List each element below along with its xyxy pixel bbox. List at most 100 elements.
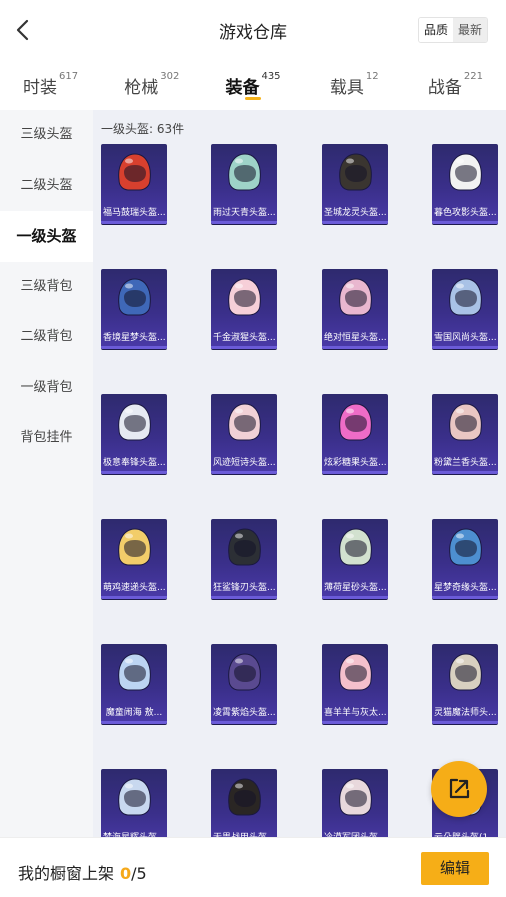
item-card[interactable]: 圣城龙灵头盔... (322, 144, 388, 224)
helmet-icon (228, 653, 261, 691)
sort-option-newest[interactable]: 最新 (452, 18, 487, 42)
helmet-icon (118, 278, 151, 316)
item-name: 凌霄紫焰头盔... (213, 708, 276, 718)
item-card[interactable]: 风迹短诗头盔... (211, 394, 277, 474)
header: 游戏仓库 品质 最新 (0, 0, 506, 60)
item-card[interactable]: 极意奉锋头盔... (101, 394, 167, 474)
item-card[interactable]: 福马鼓瑞头盔... (101, 144, 167, 224)
item-card[interactable]: 星梦奇缘头盔... (432, 519, 498, 599)
item-card[interactable]: 炫彩糖果头盔... (322, 394, 388, 474)
showcase-status: 我的橱窗上架 0/5 (18, 860, 147, 884)
item-name: 炫彩糖果头盔... (324, 458, 387, 468)
quality-bar (211, 471, 277, 474)
active-tab-indicator (245, 97, 261, 100)
helmet-icon (449, 653, 482, 691)
item-card[interactable]: 萌鸡速递头盔... (101, 519, 167, 599)
helmet-icon (449, 153, 482, 191)
quality-bar (101, 221, 167, 224)
helmet-icon (118, 403, 151, 441)
item-name: 圣城龙灵头盔... (324, 208, 387, 218)
tab-count: 617 (59, 71, 79, 82)
showcase-label: 我的橱窗上架 (18, 864, 115, 883)
helmet-icon (339, 778, 372, 816)
sort-option-quality[interactable]: 品质 (418, 18, 453, 42)
item-card[interactable]: 冷漠军团头盔... (322, 769, 388, 837)
helmet-icon (228, 278, 261, 316)
sort-toggle[interactable]: 品质 最新 (417, 17, 488, 43)
item-name: 雪国风尚头盔... (434, 333, 497, 343)
quality-bar (322, 346, 388, 349)
section-title: 一级头盔: 63件 (101, 122, 185, 136)
item-card[interactable]: 狂鲨锋刃头盔... (211, 519, 277, 599)
sidebar: 三级头盔 二级头盔 一级头盔 三级背包 二级背包 一级背包 背包挂件 (0, 110, 93, 837)
quality-bar (432, 721, 498, 724)
helmet-icon (228, 153, 261, 191)
tab-fashion[interactable]: 时装617 (0, 60, 101, 110)
tab-vehicles[interactable]: 载具12 (304, 60, 405, 110)
item-card[interactable]: 香境星梦头盔... (101, 269, 167, 349)
item-name: 极意奉锋头盔... (103, 458, 166, 468)
item-name: 香境星梦头盔... (103, 333, 166, 343)
share-button[interactable] (431, 761, 487, 817)
sidebar-item-level1-helmet[interactable]: 一级头盔 (0, 211, 93, 262)
quality-bar (101, 471, 167, 474)
item-card[interactable]: 绝对恒星头盔... (322, 269, 388, 349)
helmet-icon (228, 778, 261, 816)
item-name: 萌鸡速递头盔... (103, 583, 166, 593)
helmet-icon (449, 278, 482, 316)
bottom-bar: 我的橱窗上架 0/5 编辑 (0, 837, 506, 897)
tab-label: 载具 (329, 78, 364, 98)
edit-button[interactable]: 编辑 (421, 852, 489, 885)
item-card[interactable]: 无畏战甲头盔... (211, 769, 277, 837)
sidebar-item-backpack-pendant[interactable]: 背包挂件 (0, 413, 93, 464)
item-card[interactable]: 千金淑猩头盔... (211, 269, 277, 349)
item-card[interactable]: 灵猫魔法师头... (432, 644, 498, 724)
tab-equipment[interactable]: 装备435 (202, 60, 303, 110)
tab-count: 12 (365, 71, 379, 82)
quality-bar (211, 221, 277, 224)
tab-label: 战备 (427, 78, 462, 98)
helmet-icon (118, 653, 151, 691)
sidebar-item-level3-helmet[interactable]: 三级头盔 (0, 110, 93, 161)
sidebar-item-level3-backpack[interactable]: 三级背包 (0, 262, 93, 313)
quality-bar (432, 221, 498, 224)
item-name: 千金淑猩头盔... (213, 333, 276, 343)
item-card[interactable]: 魔童闹海 敖... (101, 644, 167, 724)
item-card[interactable]: 薄荷星砂头盔... (322, 519, 388, 599)
tab-weapons[interactable]: 枪械302 (101, 60, 202, 110)
item-name: 绝对恒星头盔... (324, 333, 387, 343)
quality-bar (211, 596, 277, 599)
quality-bar (322, 596, 388, 599)
helmet-icon (449, 528, 482, 566)
tab-gear[interactable]: 战备221 (405, 60, 506, 110)
tab-count: 302 (160, 71, 180, 82)
item-name: 星梦奇缘头盔... (434, 583, 497, 593)
sidebar-item-level2-backpack[interactable]: 二级背包 (0, 312, 93, 363)
item-name: 雨过天青头盔... (213, 208, 276, 218)
quality-bar (432, 596, 498, 599)
helmet-icon (118, 778, 151, 816)
item-name: 暮色攻影头盔... (434, 208, 497, 218)
item-name: 魔童闹海 敖... (105, 708, 163, 718)
item-card[interactable]: 梦海星辉头盔... (101, 769, 167, 837)
item-card[interactable]: 喜羊羊与灰太... (322, 644, 388, 724)
item-name: 风迹短诗头盔... (213, 458, 276, 468)
item-name: 粉黛兰香头盔... (434, 458, 497, 468)
item-card[interactable]: 粉黛兰香头盔... (432, 394, 498, 474)
quality-bar (322, 471, 388, 474)
item-card[interactable]: 雨过天青头盔... (211, 144, 277, 224)
showcase-current-count: 0 (120, 864, 132, 883)
sidebar-item-level2-helmet[interactable]: 二级头盔 (0, 161, 93, 212)
quality-bar (432, 471, 498, 474)
item-card[interactable]: 暮色攻影头盔... (432, 144, 498, 224)
item-list: 一级头盔: 63件 福马鼓瑞头盔... 雨过天青头盔... 圣城龙灵头盔... 暮色攻… (93, 110, 506, 837)
quality-bar (322, 721, 388, 724)
helmet-icon (339, 278, 372, 316)
share-external-icon (449, 778, 470, 799)
quality-bar (101, 721, 167, 724)
helmet-icon (339, 653, 372, 691)
item-card[interactable]: 雪国风尚头盔... (432, 269, 498, 349)
sidebar-item-level1-backpack[interactable]: 一级背包 (0, 363, 93, 414)
item-card[interactable]: 凌霄紫焰头盔... (211, 644, 277, 724)
helmet-icon (228, 528, 261, 566)
